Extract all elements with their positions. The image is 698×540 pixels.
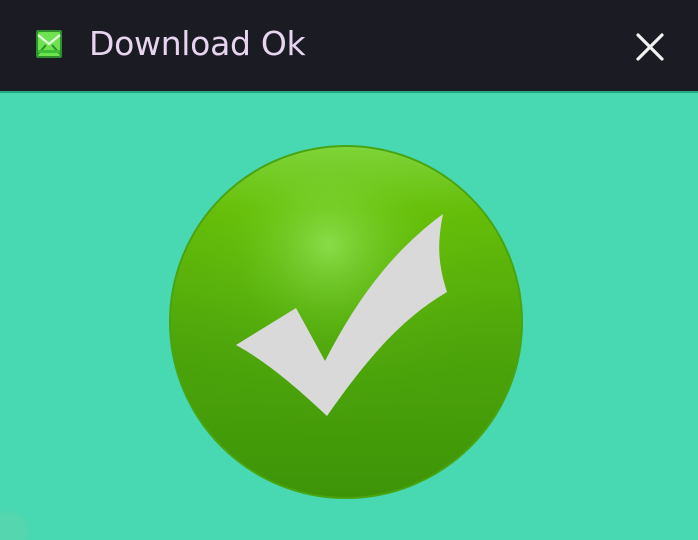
download-ok-window: Download Ok <box>0 0 698 540</box>
app-envelope-icon <box>36 30 62 58</box>
close-icon <box>636 33 664 61</box>
title-bar[interactable]: Download Ok <box>0 0 698 93</box>
corner-accent <box>0 512 28 540</box>
success-checkmark-icon <box>169 145 523 499</box>
window-title: Download Ok <box>89 24 306 63</box>
close-button[interactable] <box>622 19 678 75</box>
